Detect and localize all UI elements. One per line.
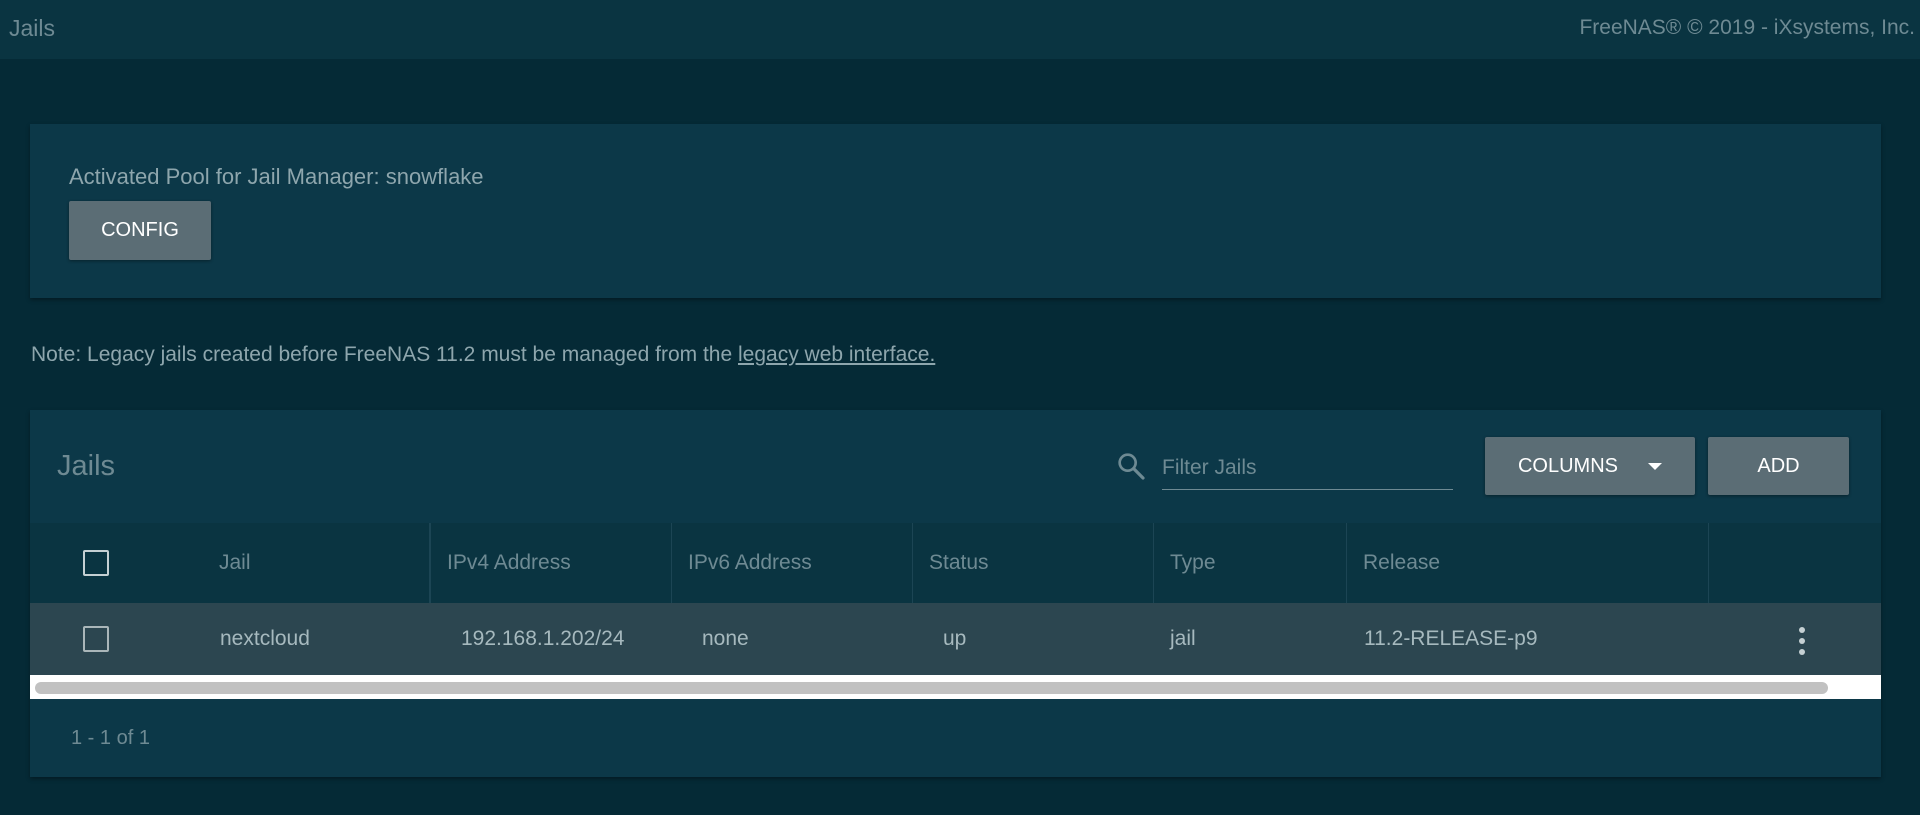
header-ipv4-address[interactable]: IPv4 Address [431, 523, 672, 603]
copyright-text: FreeNAS® © 2019 - iXsystems, Inc. [1579, 16, 1915, 39]
cell-type: jail [1170, 627, 1196, 650]
config-button[interactable]: CONFIG [69, 201, 211, 260]
legacy-note-text: Note: Legacy jails created before FreeNA… [31, 343, 738, 366]
pool-card: Activated Pool for Jail Manager: snowfla… [30, 124, 1881, 298]
jails-table-title: Jails [57, 450, 116, 482]
activated-pool-label: Activated Pool for Jail Manager: snowfla… [69, 164, 484, 189]
table-header: Jail IPv4 Address IPv6 Address Status Ty… [30, 523, 1881, 603]
filter-field [1162, 448, 1453, 490]
legacy-note: Note: Legacy jails created before FreeNA… [31, 343, 935, 367]
top-bar: Jails FreeNAS® © 2019 - iXsystems, Inc. [0, 0, 1920, 59]
header-type[interactable]: Type [1154, 523, 1347, 603]
header-release[interactable]: Release [1347, 523, 1709, 603]
header-ipv6-address[interactable]: IPv6 Address [672, 523, 913, 603]
cell-ipv4-address: 192.168.1.202/24 [461, 627, 625, 650]
header-status[interactable]: Status [913, 523, 1154, 603]
scrollbar-thumb[interactable] [35, 682, 1828, 694]
filter-jails-input[interactable] [1162, 448, 1453, 488]
columns-button-label: COLUMNS [1517, 454, 1618, 477]
page-title: Jails [9, 15, 56, 41]
horizontal-scrollbar[interactable] [30, 675, 1881, 699]
columns-button[interactable]: COLUMNS [1485, 437, 1695, 495]
search-icon [1118, 453, 1145, 480]
more-vert-icon[interactable] [1798, 627, 1806, 655]
header-jail[interactable]: Jail [203, 523, 431, 603]
row-select-checkbox[interactable] [83, 626, 109, 652]
cell-status: up [943, 627, 967, 650]
jails-card: Jails COLUMNS ADD Jail IPv4 Address IPv6… [30, 410, 1881, 777]
cell-ipv6-address: none [702, 627, 749, 650]
select-all-checkbox[interactable] [83, 550, 109, 576]
cell-jail: nextcloud [220, 627, 310, 650]
table-row[interactable]: nextcloud 192.168.1.202/24 none up jail … [30, 603, 1881, 675]
add-button[interactable]: ADD [1708, 437, 1849, 495]
legacy-web-interface-link[interactable]: legacy web interface. [738, 343, 935, 366]
caret-down-icon [1648, 462, 1662, 470]
pagination-range: 1 - 1 of 1 [71, 727, 150, 749]
cell-release: 11.2-RELEASE-p9 [1364, 627, 1538, 650]
header-actions [1709, 523, 1881, 603]
